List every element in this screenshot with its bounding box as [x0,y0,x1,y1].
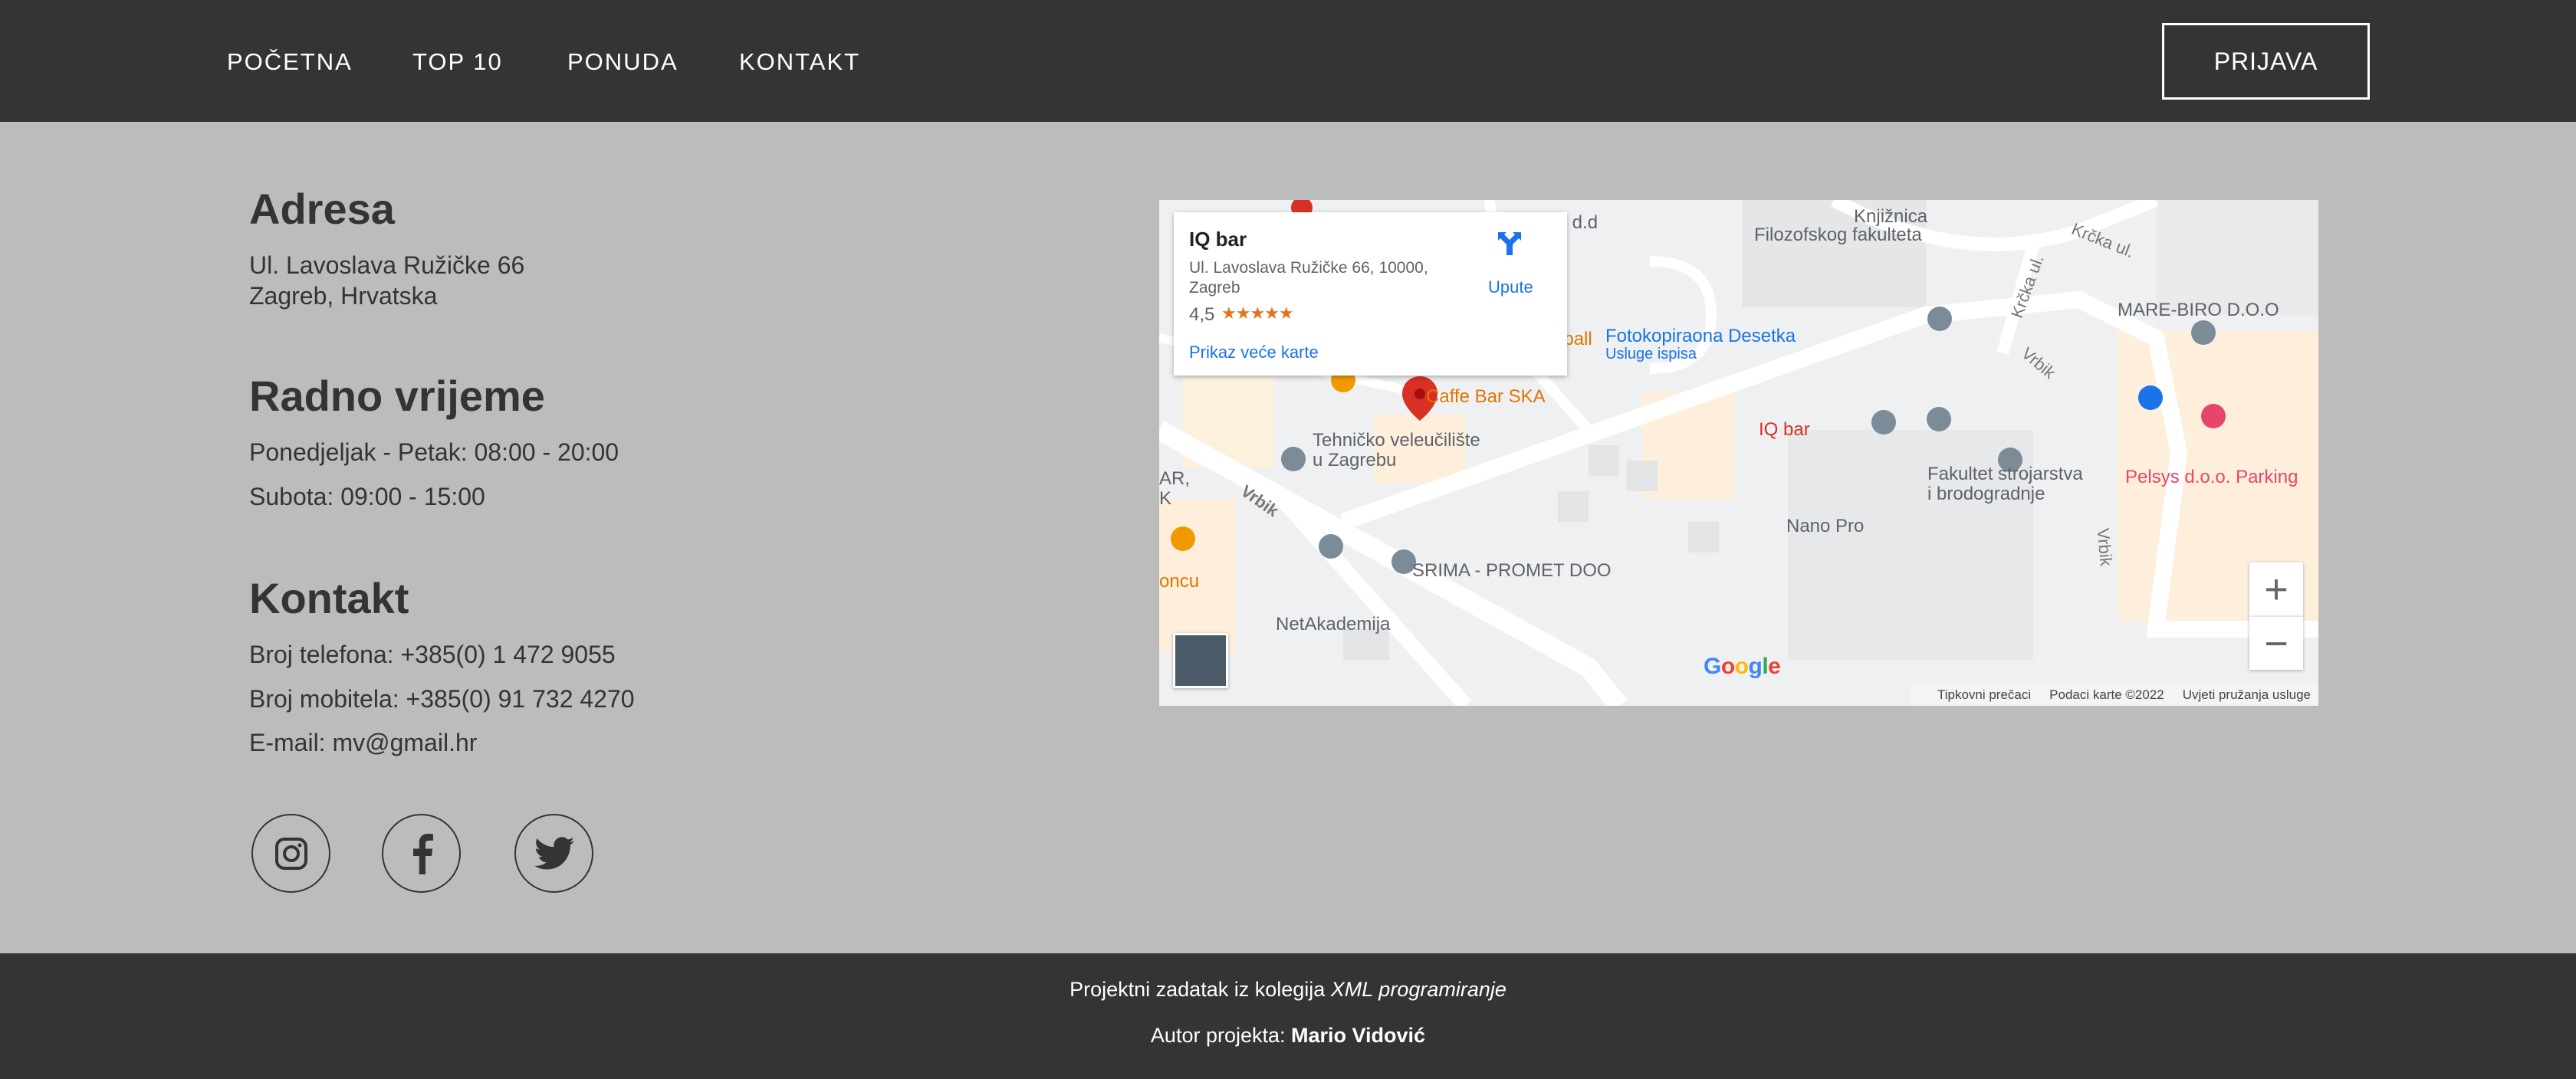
nav-link-top10[interactable]: TOP 10 [412,48,503,76]
nav-link-kontakt[interactable]: KONTAKT [739,48,860,76]
map-label-tehnicko-2: u Zagrebu [1313,450,1397,471]
map-label-filozofski: Filozofskog fakulteta [1754,225,1922,245]
place-title: IQ bar [1189,228,1247,251]
google-logo-letter: o [1734,654,1749,679]
zoom-in-button[interactable]: + [2249,562,2303,616]
map-label-iq-bar: IQ bar [1759,419,1810,440]
contact-heading: Kontakt [249,574,409,622]
footer-course-name: XML programiranje [1330,978,1506,1001]
directions-icon[interactable] [1496,229,1523,257]
hours-weekdays: Ponedjeljak - Petak: 08:00 - 20:00 [249,438,619,466]
map-label-mare-biro: MARE-BIRO D.O.O [2118,300,2279,320]
map-label-fakultet-1: Fakultet strojarstva [1927,464,2083,484]
larger-map-link[interactable]: Prikaz veće karte [1189,343,1319,362]
directions-link[interactable]: Upute [1488,277,1533,297]
footer-course-prefix: Projektni zadatak iz kolegija [1070,978,1331,1001]
place-address: Ul. Lavoslava Ružičke 66, 10000, Zagreb [1189,259,1428,297]
address-heading: Adresa [249,185,395,233]
zoom-out-button[interactable]: − [2249,616,2303,670]
map-attribution-bar: Tipkovni prečaci Podaci karte ©2022 Uvje… [1911,684,2318,706]
instagram-button[interactable] [251,814,330,893]
map-label-fakultet-2: i brodogradnje [1927,484,2045,504]
nav-link-pocetna[interactable]: POČETNA [227,48,353,76]
facebook-button[interactable] [382,814,461,893]
google-logo-letter: e [1768,654,1781,679]
keyboard-shortcuts-link[interactable]: Tipkovni prečaci [1937,687,2031,703]
map-label-ar: AR, [1159,468,1191,489]
place-info-card: IQ bar Ul. Lavoslava Ružičke 66, 10000, … [1174,212,1567,376]
facebook-icon [412,833,433,874]
map-label-fotokopiraona: Fotokopiraona Desetka [1605,326,1796,346]
place-rating: 4,5 [1189,304,1215,325]
map-label-caffe-bar: Caffe Bar SKA [1426,386,1546,407]
footer-course-line: Projektni zadatak iz kolegija XML progra… [0,978,2576,1002]
map-label-oncu: oncu [1159,571,1200,592]
terms-link[interactable]: Uvjeti pružanja usluge [2183,687,2311,703]
google-logo-letter: G [1704,654,1721,679]
star-rating-icon: ★★★★★ [1221,303,1294,323]
hours-heading: Radno vrijeme [249,372,545,420]
google-logo-letter: l [1762,654,1769,679]
contact-email: E-mail: mv@gmail.hr [249,729,478,756]
hours-saturday: Subota: 09:00 - 15:00 [249,483,485,510]
contact-phone: Broj telefona: +385(0) 1 472 9055 [249,641,616,668]
footer-author-line: Autor projekta: Mario Vidović [0,1024,2576,1048]
google-logo-letter: g [1748,654,1763,679]
map-label-nano-pro: Nano Pro [1786,516,1865,536]
address-line-2: Zagreb, Hrvatska [249,282,438,310]
contact-mobile: Broj mobitela: +385(0) 91 732 4270 [249,685,635,713]
map-data-text: Podaci karte ©2022 [2049,687,2164,702]
map-label-pelsys: Pelsys d.o.o. Parking [2125,467,2298,487]
top-navigation-bar: POČETNA TOP 10 PONUDA KONTAKT PRIJAVA [0,0,2576,122]
map-layer-toggle[interactable] [1173,633,1228,688]
instagram-icon [274,837,307,870]
twitter-icon [534,836,574,869]
google-logo: Google [1704,654,1781,680]
google-map-embed[interactable]: Knjižnica Filozofskog fakulteta Krčka ul… [1159,200,2318,706]
map-label-vrbik-3: Vrbik [2093,527,2116,567]
map-label-k: K [1159,488,1172,509]
footer: Projektni zadatak iz kolegija XML progra… [0,953,2576,1079]
map-label-netakademija: NetAkademija [1276,614,1391,635]
twitter-button[interactable] [514,814,593,893]
map-label-tehnicko-1: Tehničko veleučilište [1313,430,1480,451]
map-label-usluge-ispisa: Usluge ispisa [1605,346,1697,362]
map-label-srima: SRIMA - PROMET DOO [1412,560,1612,581]
nav-link-ponuda[interactable]: PONUDA [567,48,678,76]
google-logo-letter: o [1720,654,1735,679]
login-button[interactable]: PRIJAVA [2162,23,2370,100]
footer-author-prefix: Autor projekta: [1150,1024,1292,1047]
footer-author-name: Mario Vidović [1291,1024,1426,1047]
address-line-1: Ul. Lavoslava Ružičke 66 [249,251,525,279]
